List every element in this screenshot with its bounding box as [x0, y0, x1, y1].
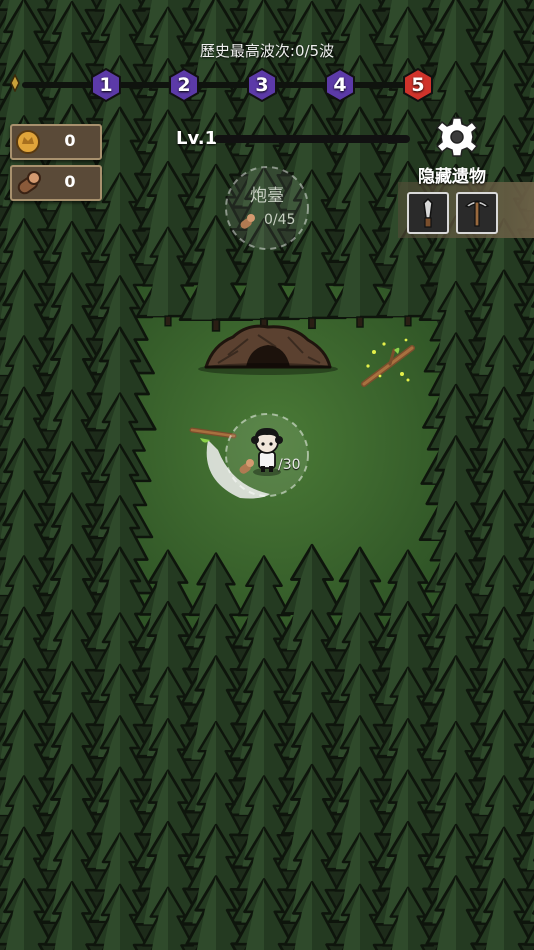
level-label: Lv.1 [176, 128, 218, 149]
gold-value: 0 [64, 131, 76, 150]
wave-progress-track [22, 82, 422, 88]
gold-counter: 0 [10, 124, 102, 160]
relic-slot-knife[interactable] [407, 192, 449, 234]
wave-node-5: 5 [401, 68, 435, 102]
wave-record-label: 歷史最高波次:0/5波 [199, 42, 335, 60]
wood-log-icon [239, 459, 254, 474]
turret-build-spot [225, 166, 309, 250]
wood-counter: 0 [10, 165, 102, 201]
wave-number: 3 [255, 74, 269, 96]
wave-number: 4 [333, 74, 347, 96]
relics-title: 隐藏遗物 [418, 167, 486, 187]
wave-node-2: 2 [167, 68, 201, 102]
wood-log-icon [240, 214, 255, 229]
gear-icon[interactable] [436, 116, 478, 158]
wave-node-3: 3 [245, 68, 279, 102]
wood-log-icon [17, 171, 41, 195]
pickaxe-icon [464, 200, 490, 227]
wave-number: 1 [99, 74, 113, 96]
flag-icon [10, 74, 20, 92]
wood-value: 0 [64, 172, 76, 191]
knife-icon [423, 197, 433, 228]
turret-cost: 0/45 [264, 212, 296, 228]
wave-node-1: 1 [89, 68, 123, 102]
level-progress-bar [214, 135, 410, 143]
wave-number: 5 [411, 74, 425, 96]
relic-slot-pickaxe[interactable] [456, 192, 498, 234]
wave-number: 2 [177, 74, 191, 96]
player-cost: /30 [278, 457, 301, 473]
turret-label: 炮臺 [250, 186, 284, 206]
wave-node-4: 4 [323, 68, 357, 102]
gold-coin-icon [16, 130, 40, 154]
